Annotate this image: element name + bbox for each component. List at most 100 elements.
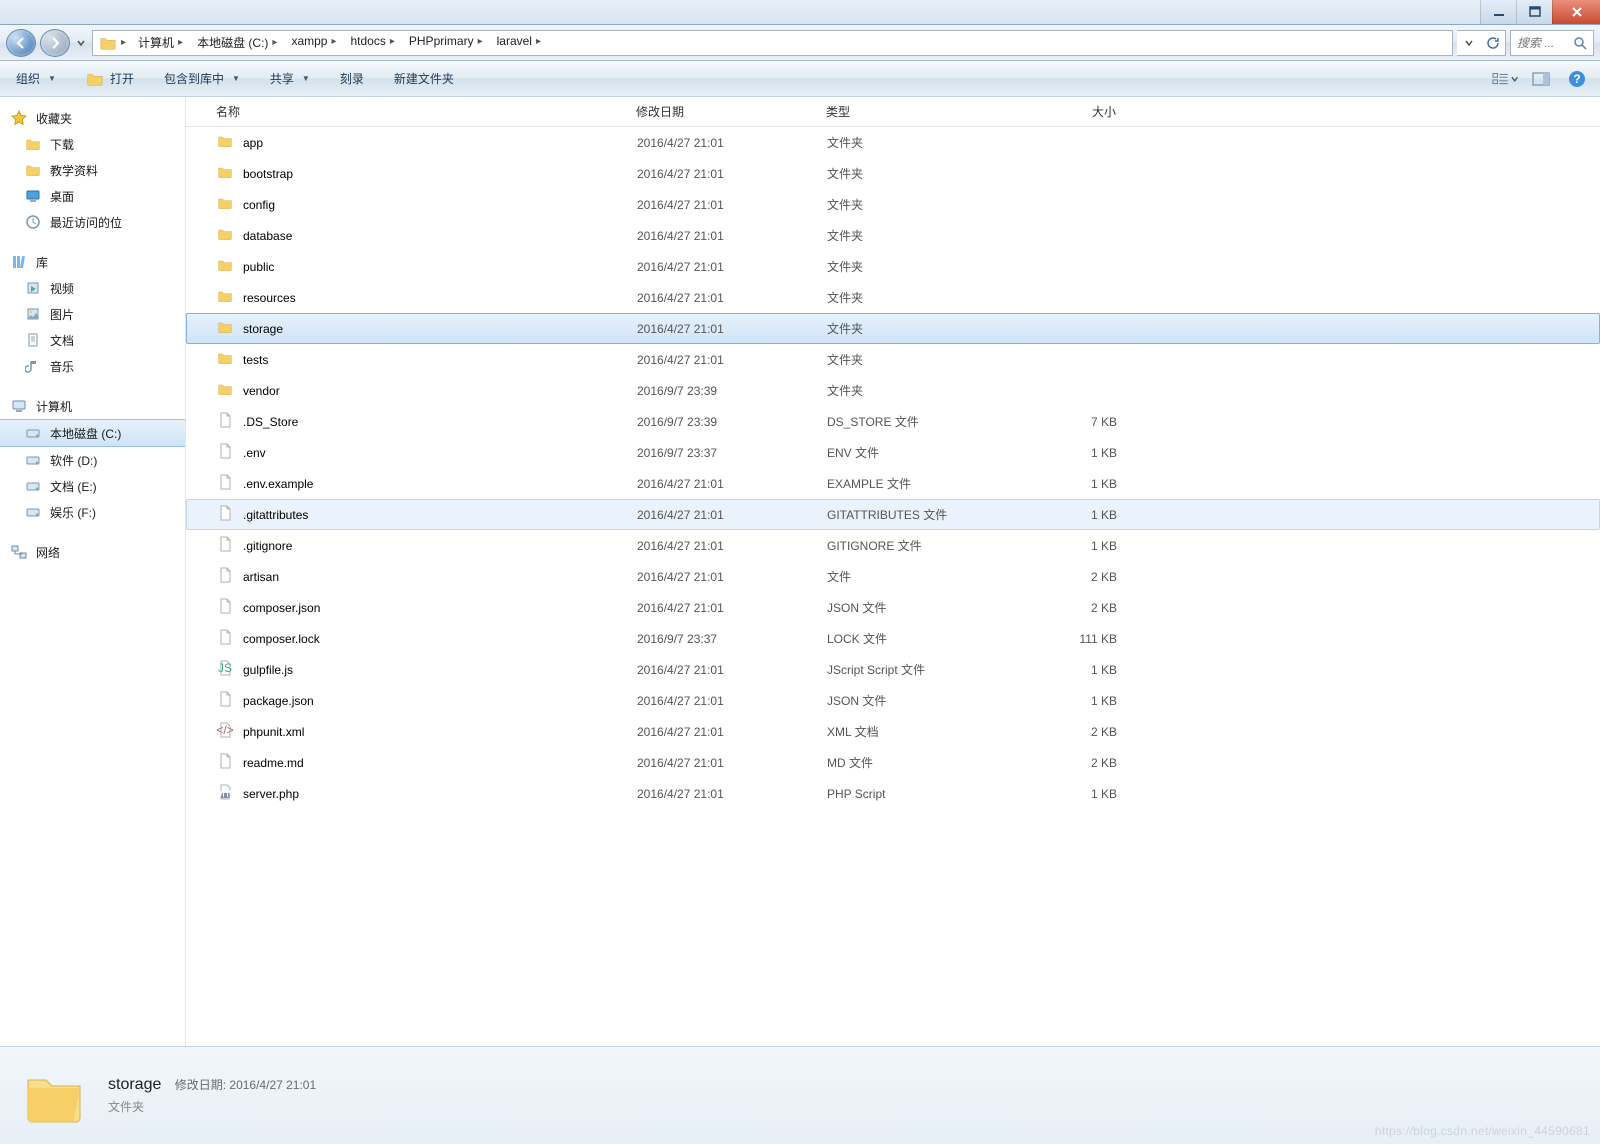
preview-pane-button[interactable]: [1528, 68, 1554, 90]
file-row[interactable]: database2016/4/27 21:01文件夹: [186, 220, 1600, 251]
file-row[interactable]: config2016/4/27 21:01文件夹: [186, 189, 1600, 220]
sidebar-item-icon: [24, 135, 42, 153]
col-name[interactable]: 名称: [208, 103, 628, 120]
new-folder-button[interactable]: 新建文件夹: [388, 67, 460, 90]
file-icon: [217, 164, 233, 183]
minimize-button[interactable]: [1480, 0, 1516, 24]
sidebar-item[interactable]: 视频: [0, 275, 185, 301]
help-button[interactable]: ?: [1564, 68, 1590, 90]
organize-button[interactable]: 组织▼: [10, 67, 62, 90]
open-icon: [86, 70, 104, 88]
sidebar-item[interactable]: 音乐: [0, 353, 185, 379]
sidebar-computer-header[interactable]: 计算机: [0, 393, 185, 419]
sidebar-item[interactable]: 图片: [0, 301, 185, 327]
folder-icon[interactable]: ▸: [93, 31, 130, 55]
sidebar-item[interactable]: 文档: [0, 327, 185, 353]
file-icon: [217, 691, 233, 710]
file-row[interactable]: .gitattributes2016/4/27 21:01GITATTRIBUT…: [186, 499, 1600, 530]
breadcrumb-segment[interactable]: laravel▸: [489, 34, 547, 48]
file-name: vendor: [243, 384, 280, 398]
file-row[interactable]: vendor2016/9/7 23:39文件夹: [186, 375, 1600, 406]
file-row[interactable]: </>phpunit.xml2016/4/27 21:01XML 文档2 KB: [186, 716, 1600, 747]
sidebar-item-icon: [24, 161, 42, 179]
file-name: resources: [243, 291, 296, 305]
file-type: 文件夹: [819, 165, 1019, 182]
file-date: 2016/4/27 21:01: [629, 663, 819, 677]
file-icon: [217, 195, 233, 214]
sidebar-item-icon: [24, 357, 42, 375]
col-date[interactable]: 修改日期: [628, 103, 818, 120]
breadcrumb-dropdown[interactable]: [1457, 31, 1481, 55]
file-type: LOCK 文件: [819, 630, 1019, 647]
file-row[interactable]: resources2016/4/27 21:01文件夹: [186, 282, 1600, 313]
sidebar-item[interactable]: 文档 (E:): [0, 473, 185, 499]
file-name: .DS_Store: [243, 415, 298, 429]
sidebar-item[interactable]: 教学资料: [0, 157, 185, 183]
file-row[interactable]: .gitignore2016/4/27 21:01GITIGNORE 文件1 K…: [186, 530, 1600, 561]
burn-button[interactable]: 刻录: [334, 67, 370, 90]
file-row[interactable]: .env.example2016/4/27 21:01EXAMPLE 文件1 K…: [186, 468, 1600, 499]
watermark: https://blog.csdn.net/weixin_44590681: [1375, 1124, 1590, 1138]
sidebar-item[interactable]: 娱乐 (F:): [0, 499, 185, 525]
file-name: bootstrap: [243, 167, 293, 181]
file-row[interactable]: readme.md2016/4/27 21:01MD 文件2 KB: [186, 747, 1600, 778]
file-type: JScript Script 文件: [819, 661, 1019, 678]
file-row[interactable]: package.json2016/4/27 21:01JSON 文件1 KB: [186, 685, 1600, 716]
file-type: 文件夹: [819, 289, 1019, 306]
file-row[interactable]: public2016/4/27 21:01文件夹: [186, 251, 1600, 282]
sidebar-favorites-header[interactable]: 收藏夹: [0, 105, 185, 131]
file-date: 2016/9/7 23:37: [629, 632, 819, 646]
sidebar-item[interactable]: 软件 (D:): [0, 447, 185, 473]
breadcrumb-segment[interactable]: 计算机▸: [130, 34, 189, 51]
sidebar-item-icon: [24, 451, 42, 469]
file-type: MD 文件: [819, 754, 1019, 771]
file-date: 2016/4/27 21:01: [629, 539, 819, 553]
file-row[interactable]: tests2016/4/27 21:01文件夹: [186, 344, 1600, 375]
file-size: 1 KB: [1019, 694, 1139, 708]
breadcrumb-segment[interactable]: xampp▸: [283, 34, 342, 48]
file-row[interactable]: bootstrap2016/4/27 21:01文件夹: [186, 158, 1600, 189]
file-row[interactable]: artisan2016/4/27 21:01文件2 KB: [186, 561, 1600, 592]
file-size: 1 KB: [1019, 477, 1139, 491]
file-row[interactable]: storage2016/4/27 21:01文件夹: [186, 313, 1600, 344]
refresh-button[interactable]: [1481, 31, 1505, 55]
back-button[interactable]: [6, 29, 36, 57]
sidebar-network-header[interactable]: 网络: [0, 539, 185, 565]
breadcrumb-segment[interactable]: 本地磁盘 (C:)▸: [189, 34, 283, 51]
file-row[interactable]: .DS_Store2016/9/7 23:39DS_STORE 文件7 KB: [186, 406, 1600, 437]
view-options-button[interactable]: [1492, 68, 1518, 90]
breadcrumb-actions: [1457, 30, 1506, 56]
file-row[interactable]: JSgulpfile.js2016/4/27 21:01JScript Scri…: [186, 654, 1600, 685]
file-row[interactable]: composer.json2016/4/27 21:01JSON 文件2 KB: [186, 592, 1600, 623]
open-button[interactable]: 打开: [80, 67, 140, 91]
sidebar-item[interactable]: 下载: [0, 131, 185, 157]
file-date: 2016/4/27 21:01: [629, 694, 819, 708]
file-row[interactable]: composer.lock2016/9/7 23:37LOCK 文件111 KB: [186, 623, 1600, 654]
file-row[interactable]: phpserver.php2016/4/27 21:01PHP Script1 …: [186, 778, 1600, 809]
breadcrumb-bar[interactable]: ▸ 计算机▸本地磁盘 (C:)▸xampp▸htdocs▸PHPprimary▸…: [92, 30, 1453, 56]
history-dropdown[interactable]: [74, 39, 88, 47]
maximize-button[interactable]: [1516, 0, 1552, 24]
file-icon: php: [217, 784, 233, 803]
include-button[interactable]: 包含到库中▼: [158, 67, 246, 90]
file-date: 2016/9/7 23:37: [629, 446, 819, 460]
search-input[interactable]: 搜索 ...: [1510, 30, 1594, 56]
sidebar-item[interactable]: 本地磁盘 (C:): [0, 419, 185, 447]
sidebar-libraries-header[interactable]: 库: [0, 249, 185, 275]
breadcrumb-segment[interactable]: htdocs▸: [343, 34, 401, 48]
col-type[interactable]: 类型: [818, 103, 1018, 120]
breadcrumb-segment[interactable]: PHPprimary▸: [401, 34, 489, 48]
sidebar-item[interactable]: 桌面: [0, 183, 185, 209]
network-icon: [10, 543, 28, 561]
forward-button[interactable]: [40, 29, 70, 57]
sidebar-item[interactable]: 最近访问的位: [0, 209, 185, 235]
col-size[interactable]: 大小: [1018, 103, 1138, 120]
close-button[interactable]: [1552, 0, 1600, 24]
file-name: composer.json: [243, 601, 320, 615]
file-row[interactable]: app2016/4/27 21:01文件夹: [186, 127, 1600, 158]
share-button[interactable]: 共享▼: [264, 67, 316, 90]
file-row[interactable]: .env2016/9/7 23:37ENV 文件1 KB: [186, 437, 1600, 468]
file-name: .gitignore: [243, 539, 292, 553]
file-name: tests: [243, 353, 268, 367]
file-size: 2 KB: [1019, 601, 1139, 615]
